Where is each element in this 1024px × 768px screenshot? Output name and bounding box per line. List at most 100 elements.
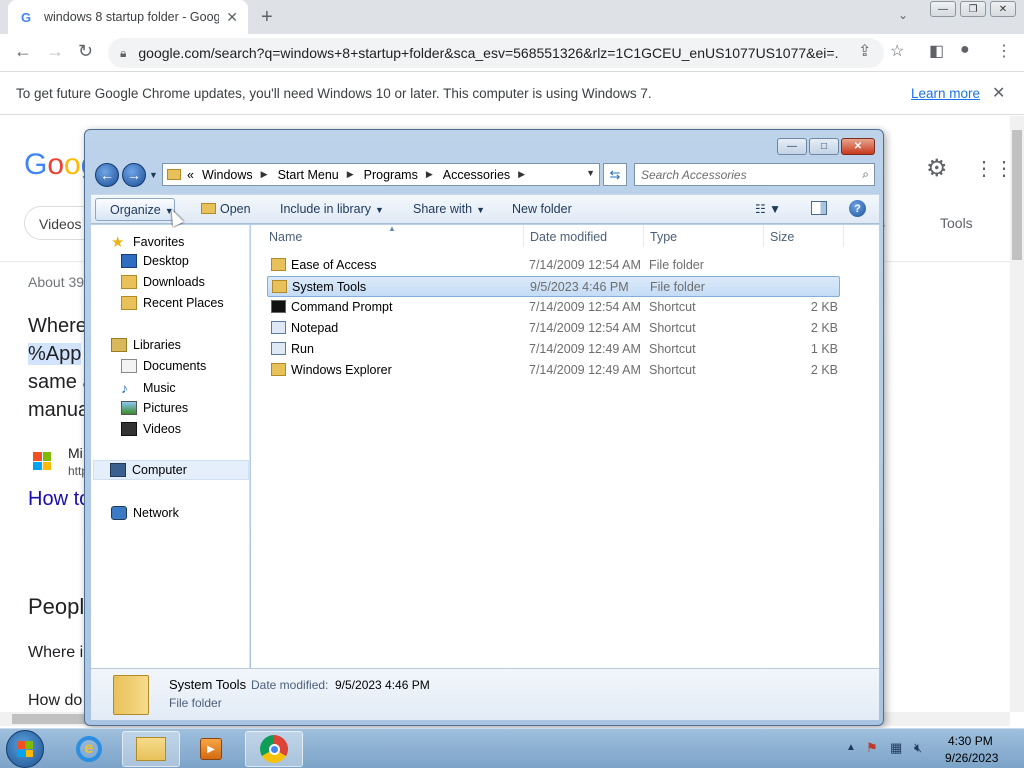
volume-muted-icon[interactable]: 🔇︎ [914,740,922,756]
file-row[interactable]: Ease of Access 7/14/2009 12:54 AM File f… [267,255,840,276]
file-row[interactable]: Notepad 7/14/2009 12:54 AM Shortcut 2 KB [267,318,840,339]
apps-grid-icon[interactable]: ⋮⋮⋮ [974,156,1010,181]
restore-button[interactable]: ❐ [960,1,986,17]
browser-tab[interactable]: G windows 8 startup folder - Goog ✕ [8,0,248,34]
side-panel-icon[interactable]: ◧ [929,41,944,61]
share-with-button[interactable]: Share with ▼ [413,202,485,216]
taskbar-media-player[interactable]: ▶ [182,731,240,767]
show-hidden-icons-icon[interactable]: ▲ [846,742,856,753]
nav-pictures[interactable]: Pictures [121,401,188,415]
recent-pages-chevron-icon[interactable]: ▼ [149,170,158,180]
column-header-name[interactable]: Name [269,230,302,244]
nav-computer[interactable]: Computer [93,460,249,480]
share-icon[interactable]: ⇪ [858,41,871,61]
include-in-library-button[interactable]: Include in library ▼ [280,202,384,216]
close-window-button[interactable]: ✕ [990,1,1016,17]
refresh-icon[interactable]: ⇆ [603,163,627,186]
nav-music[interactable]: ♪ Music [121,380,176,396]
column-header-type[interactable]: Type [650,230,677,244]
settings-gear-icon[interactable]: ⚙ [926,154,948,183]
nav-desktop[interactable]: Desktop [121,254,189,268]
breadcrumb-windows[interactable]: Windows [202,168,253,182]
url-text[interactable]: google.com/search?q=windows+8+startup+fo… [138,45,838,61]
nav-downloads[interactable]: Downloads [121,275,205,289]
minimize-button[interactable]: — [930,1,956,17]
new-tab-button[interactable]: + [261,6,273,29]
action-center-flag-icon[interactable]: ⚑ [866,740,878,756]
maximize-button[interactable]: □ [809,138,839,155]
question-item[interactable]: How do [28,692,82,710]
tools-button[interactable]: Tools [940,215,973,231]
nav-recent-places[interactable]: Recent Places [121,296,224,310]
start-button[interactable] [6,730,44,768]
close-button[interactable]: ✕ [841,138,875,155]
minimize-button[interactable]: — [777,138,807,155]
file-row[interactable]: Run 7/14/2009 12:49 AM Shortcut 1 KB [267,339,840,360]
search-input[interactable]: Search Accessories ⌕ [634,163,875,186]
result-link[interactable]: How to [28,488,90,511]
chevron-right-icon[interactable]: ▶ [518,169,525,180]
scroll-thumb[interactable] [1012,130,1022,260]
nav-documents[interactable]: Documents [121,359,206,373]
nav-libraries[interactable]: Libraries [111,338,181,352]
chevron-right-icon[interactable]: ▶ [347,169,354,180]
chevron-right-icon[interactable]: ▶ [261,169,268,180]
forward-arrow-icon[interactable]: → [122,163,146,187]
folder-icon [271,258,286,271]
details-name: System Tools [169,677,247,692]
back-arrow-icon[interactable]: ← [95,163,119,187]
forward-arrow-icon[interactable]: → [46,41,64,62]
column-header-date[interactable]: Date modified [530,230,607,244]
reload-icon[interactable]: ↻ [78,41,93,62]
search-icon[interactable]: ⌕ [862,167,869,182]
network-tray-icon[interactable]: ▦ [890,740,902,756]
taskbar-internet-explorer[interactable]: e [60,731,118,767]
chevron-down-icon[interactable]: ▼ [586,168,595,178]
breadcrumb-programs[interactable]: Programs [364,168,418,182]
column-divider[interactable] [843,225,844,247]
breadcrumb-start-menu[interactable]: Start Menu [278,168,339,182]
new-folder-button[interactable]: New folder [512,202,572,216]
people-also-ask-heading: Peopl [28,594,85,619]
open-button[interactable]: Open [201,202,251,216]
column-header-size[interactable]: Size [770,230,794,244]
address-bar[interactable]: 🔒︎ google.com/search?q=windows+8+startup… [108,38,884,68]
file-row[interactable]: Command Prompt 7/14/2009 12:54 AM Shortc… [267,297,840,318]
tab-close-icon[interactable]: ✕ [226,9,238,26]
bookmark-star-icon[interactable]: ☆ [890,41,904,61]
preview-pane-icon[interactable] [811,201,827,215]
windows-explorer-icon [271,363,286,376]
learn-more-link[interactable]: Learn more [911,86,980,101]
column-divider[interactable] [523,225,524,247]
taskbar-chrome[interactable] [245,731,303,767]
chevron-right-icon[interactable]: ▶ [426,169,433,180]
infobar-close-icon[interactable]: ✕ [992,83,1005,103]
videos-icon [121,422,137,436]
column-divider[interactable] [763,225,764,247]
profile-avatar-icon[interactable]: ● [960,41,970,59]
help-icon[interactable]: ? [849,200,866,217]
clock-time[interactable]: 4:30 PM [948,734,993,748]
media-player-icon: ▶ [200,738,222,760]
tab-search-chevron-icon[interactable]: ⌄ [898,8,908,22]
clock-date[interactable]: 9/26/2023 [945,751,998,765]
file-row[interactable]: Windows Explorer 7/14/2009 12:49 AM Shor… [267,360,840,381]
breadcrumb-overflow[interactable]: « [187,168,194,182]
back-arrow-icon[interactable]: ← [14,41,32,62]
change-view-icon[interactable]: ☷ ▼ [755,202,781,216]
nav-network[interactable]: Network [111,506,179,520]
question-item[interactable]: Where i [28,644,83,662]
microsoft-logo-icon [33,452,51,470]
file-row-selected[interactable]: System Tools 9/5/2023 4:46 PM File folde… [267,276,840,297]
vertical-scrollbar[interactable] [1010,116,1024,712]
column-divider[interactable] [643,225,644,247]
details-date-value: 9/5/2023 4:46 PM [335,678,430,692]
lock-icon[interactable]: 🔒︎ [120,46,126,61]
nav-videos[interactable]: Videos [121,422,181,436]
taskbar-windows-explorer[interactable] [122,731,180,767]
breadcrumb-accessories[interactable]: Accessories [443,168,510,182]
organize-button[interactable]: Organize ▼ [95,198,175,221]
menu-kebab-icon[interactable]: ⋮ [996,41,1012,61]
nav-favorites[interactable]: ★ Favorites [111,233,184,251]
breadcrumb[interactable]: « Windows ▶ Start Menu ▶ Programs ▶ Accesso… [162,163,600,186]
